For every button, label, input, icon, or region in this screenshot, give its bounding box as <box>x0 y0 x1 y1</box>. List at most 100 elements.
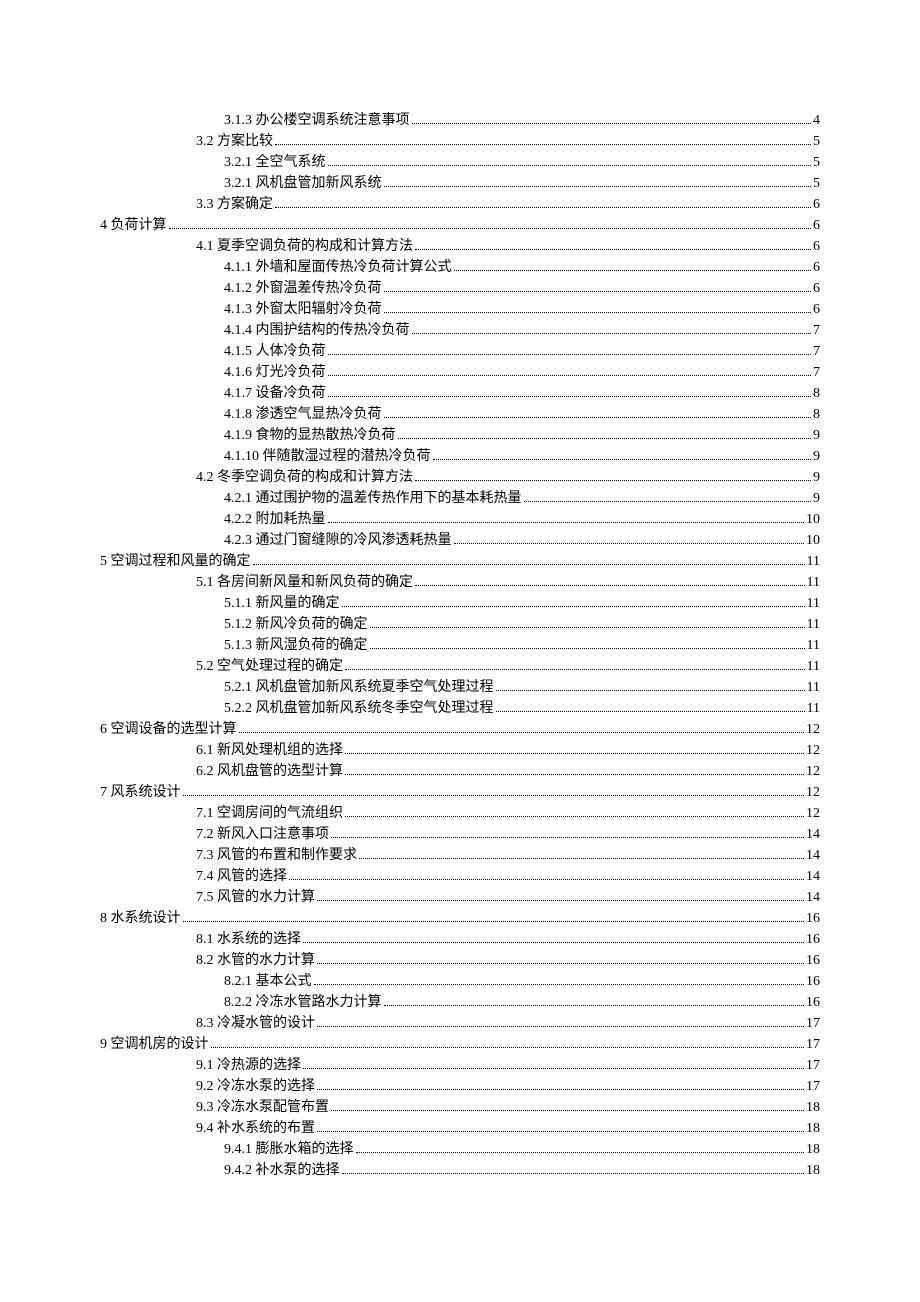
toc-entry: 6 空调设备的选型计算12 <box>100 719 820 740</box>
toc-entry: 9.1 冷热源的选择 17 <box>100 1055 820 1076</box>
toc-entry-title: 4.1.1 外墙和屋面传热冷负荷计算公式 <box>224 257 452 278</box>
toc-leader-dots <box>454 543 805 544</box>
toc-entry: 9 空调机房的设计 17 <box>100 1034 820 1055</box>
toc-leader-dots <box>275 207 811 208</box>
toc-leader-dots <box>384 1005 805 1006</box>
toc-entry: 8.2 水管的水力计算16 <box>100 950 820 971</box>
toc-entry-page: 12 <box>806 761 820 782</box>
toc-entry: 4.2.2 附加耗热量10 <box>100 509 820 530</box>
toc-entry-title: 3.3 方案确定 <box>196 194 273 215</box>
toc-entry-title: 4.2.3 通过门窗缝隙的冷风渗透耗热量 <box>224 530 452 551</box>
toc-entry-page: 14 <box>806 845 820 866</box>
toc-entry: 3.1.3 办公楼空调系统注意事项 4 <box>100 110 820 131</box>
toc-entry-title: 7.1 空调房间的气流组织 <box>196 803 343 824</box>
toc-entry-page: 12 <box>806 803 820 824</box>
toc-entry-page: 11 <box>807 593 820 614</box>
toc-entry-page: 6 <box>813 299 820 320</box>
toc-entry: 7.4 风管的选择14 <box>100 866 820 887</box>
toc-entry: 5 空调过程和风量的确定11 <box>100 551 820 572</box>
toc-leader-dots <box>314 984 805 985</box>
toc-entry: 5.2.1 风机盘管加新风系统夏季空气处理过程 11 <box>100 677 820 698</box>
toc-entry-title: 4.1.10 伴随散湿过程的潜热冷负荷 <box>224 446 431 467</box>
toc-entry-page: 6 <box>813 236 820 257</box>
toc-entry-title: 5.1.3 新风湿负荷的确定 <box>224 635 368 656</box>
toc-entry-title: 5.2.1 风机盘管加新风系统夏季空气处理过程 <box>224 677 494 698</box>
toc-entry: 4.1.8 渗透空气显热冷负荷8 <box>100 404 820 425</box>
toc-entry-page: 7 <box>813 341 820 362</box>
toc-entry-title: 4.2.1 通过围护物的温差传热作用下的基本耗热量 <box>224 488 522 509</box>
toc-leader-dots <box>356 1152 805 1153</box>
toc-entry-page: 10 <box>806 530 820 551</box>
toc-entry: 9.2 冷冻水泵的选择17 <box>100 1076 820 1097</box>
toc-entry-page: 6 <box>813 278 820 299</box>
toc-entry: 4.2.3 通过门窗缝隙的冷风渗透耗热量 10 <box>100 530 820 551</box>
toc-leader-dots <box>317 1089 804 1090</box>
toc-entry: 7.5 风管的水力计算14 <box>100 887 820 908</box>
toc-leader-dots <box>328 396 812 397</box>
toc-entry-page: 12 <box>806 782 820 803</box>
toc-entry-page: 16 <box>806 929 820 950</box>
toc-entry: 7.2 新风入口注意事项14 <box>100 824 820 845</box>
toc-entry-title: 9.2 冷冻水泵的选择 <box>196 1076 315 1097</box>
toc-entry: 4.1.6 灯光冷负荷7 <box>100 362 820 383</box>
toc-entry: 8.3 冷凝水管的设计17 <box>100 1013 820 1034</box>
toc-entry-page: 18 <box>806 1097 820 1118</box>
toc-entry-title: 9.3 冷冻水泵配管布置 <box>196 1097 329 1118</box>
toc-leader-dots <box>253 564 805 565</box>
toc-entry: 3.2 方案比较5 <box>100 131 820 152</box>
toc-entry-page: 11 <box>807 698 820 719</box>
toc-entry-page: 5 <box>813 173 820 194</box>
toc-entry: 8.2.1 基本公式16 <box>100 971 820 992</box>
toc-entry-page: 6 <box>813 215 820 236</box>
toc-entry: 4.1.2 外窗温差传热冷负荷 6 <box>100 278 820 299</box>
toc-entry: 5.1.1 新风量的确定11 <box>100 593 820 614</box>
toc-entry-page: 12 <box>806 740 820 761</box>
toc-entry: 3.3 方案确定6 <box>100 194 820 215</box>
toc-leader-dots <box>345 816 804 817</box>
toc-entry-title: 4.2 冬季空调负荷的构成和计算方法 <box>196 467 413 488</box>
toc-entry: 4.1.3 外窗太阳辐射冷负荷 6 <box>100 299 820 320</box>
toc-entry-page: 8 <box>813 404 820 425</box>
toc-entry: 3.2.1 风机盘管加新风系统5 <box>100 173 820 194</box>
toc-leader-dots <box>384 417 812 418</box>
toc-entry-title: 9.4.1 膨胀水箱的选择 <box>224 1139 354 1160</box>
toc-entry: 6.1 新风处理机组的选择12 <box>100 740 820 761</box>
toc-entry-page: 4 <box>813 110 820 131</box>
toc-entry-title: 9.1 冷热源的选择 <box>196 1055 301 1076</box>
toc-entry-title: 9 空调机房的设计 <box>100 1034 209 1055</box>
toc-entry-page: 16 <box>806 908 820 929</box>
toc-leader-dots <box>454 270 812 271</box>
toc-entry-page: 10 <box>806 509 820 530</box>
toc-entry-title: 4.1.2 外窗温差传热冷负荷 <box>224 278 382 299</box>
toc-entry: 4.1.9 食物的显热散热冷负荷9 <box>100 425 820 446</box>
toc-entry-page: 17 <box>806 1055 820 1076</box>
toc-leader-dots <box>183 795 805 796</box>
toc-leader-dots <box>317 963 804 964</box>
toc-entry-page: 11 <box>807 677 820 698</box>
toc-entry: 5.1.2 新风冷负荷的确定11 <box>100 614 820 635</box>
toc-leader-dots <box>331 837 804 838</box>
toc-entry: 5.2 空气处理过程的确定11 <box>100 656 820 677</box>
toc-entry-title: 8.2.1 基本公式 <box>224 971 312 992</box>
toc-entry-title: 8.1 水系统的选择 <box>196 929 301 950</box>
toc-entry-title: 6.2 风机盘管的选型计算 <box>196 761 343 782</box>
toc-leader-dots <box>342 606 805 607</box>
toc-entry-title: 4.1.4 内围护结构的传热冷负荷 <box>224 320 410 341</box>
toc-leader-dots <box>317 1131 804 1132</box>
toc-leader-dots <box>415 249 811 250</box>
toc-entry-page: 11 <box>807 572 820 593</box>
toc-entry-title: 8.3 冷凝水管的设计 <box>196 1013 315 1034</box>
toc-entry: 4.2 冬季空调负荷的构成和计算方法9 <box>100 467 820 488</box>
toc-entry-page: 17 <box>806 1034 820 1055</box>
toc-entry-page: 12 <box>806 719 820 740</box>
toc-entry: 9.3 冷冻水泵配管布置 18 <box>100 1097 820 1118</box>
toc-leader-dots <box>275 144 811 145</box>
toc-entry-page: 6 <box>813 257 820 278</box>
toc-leader-dots <box>384 291 812 292</box>
toc-entry-title: 3.1.3 办公楼空调系统注意事项 <box>224 110 410 131</box>
toc-entry: 3.2.1 全空气系统5 <box>100 152 820 173</box>
toc-entry-page: 14 <box>806 866 820 887</box>
toc-entry-title: 4.1.3 外窗太阳辐射冷负荷 <box>224 299 382 320</box>
toc-entry: 9.4.2 补水泵的选择18 <box>100 1160 820 1181</box>
toc-entry-page: 14 <box>806 824 820 845</box>
